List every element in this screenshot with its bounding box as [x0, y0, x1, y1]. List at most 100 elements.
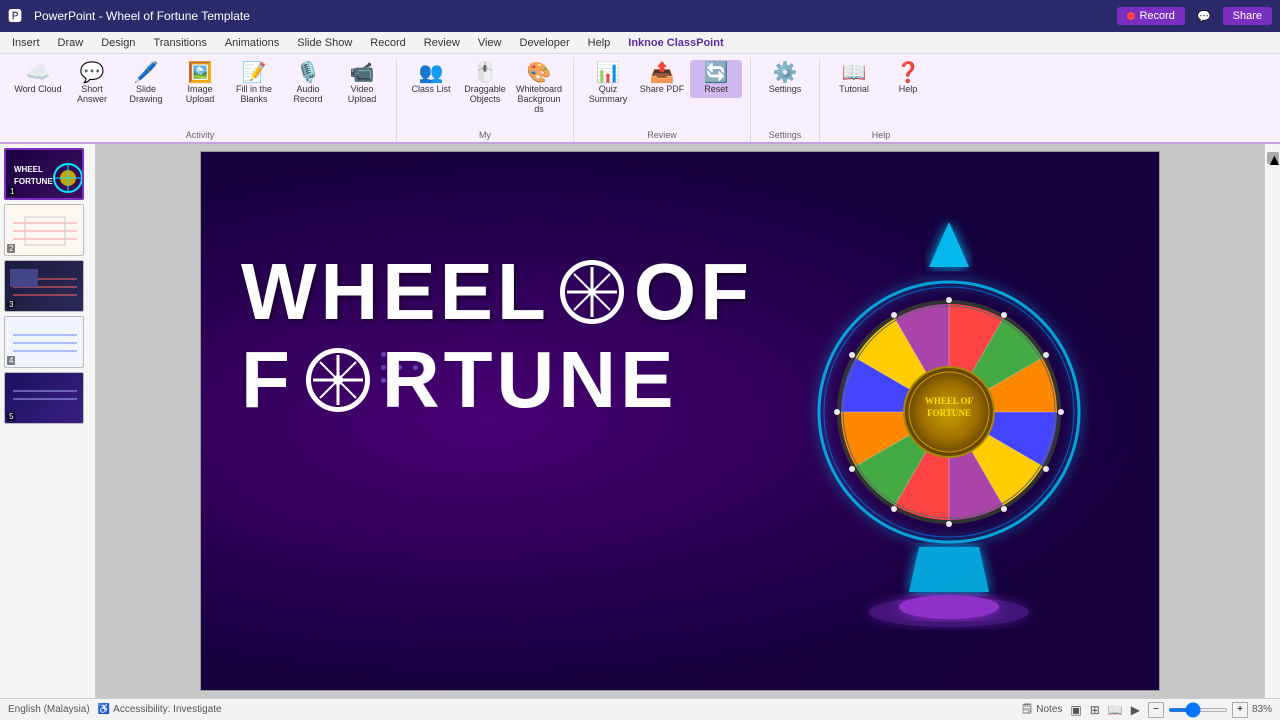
share-pdf-icon: 📤	[650, 63, 675, 83]
ribbon-group-activity: ☁️ Word Cloud 💬 Short Answer 🖊️ Slide Dr…	[4, 58, 397, 142]
zoom-out-button[interactable]: −	[1148, 702, 1164, 718]
menu-item-draw[interactable]: Draw	[50, 35, 92, 51]
settings-items: ⚙️ Settings	[759, 58, 811, 130]
right-scroll-panel[interactable]: ▲	[1264, 144, 1280, 698]
wheel-text: WHEEL	[241, 252, 550, 332]
fortune-rtune: RTUNE	[382, 340, 678, 420]
review-items: 📊 Quiz Summary 📤 Share PDF 🔄 Reset	[582, 58, 742, 130]
notes-button[interactable]: 🗒 Notes	[1021, 704, 1063, 715]
slideshow-button[interactable]: ▶	[1131, 703, 1140, 717]
slide-thumbnail-2[interactable]: 2	[4, 204, 84, 256]
wheel-o-icon	[560, 260, 624, 324]
quiz-summary-button[interactable]: 📊 Quiz Summary	[582, 60, 634, 108]
title-bar: 🅿 PowerPoint - Wheel of Fortune Template…	[0, 0, 1280, 32]
slide-2-preview	[5, 205, 84, 256]
normal-view-button[interactable]: ▣	[1070, 703, 1081, 717]
audio-record-icon: 🎙️	[296, 63, 321, 83]
short-answer-label: Short Answer	[68, 85, 116, 105]
menu-item-view[interactable]: View	[470, 35, 510, 51]
slide-thumbnail-1[interactable]: WHEEL FORTUNE 1	[4, 148, 84, 200]
menu-item-inknoe[interactable]: Inknoe ClassPoint	[620, 35, 731, 51]
menu-item-transitions[interactable]: Transitions	[145, 35, 214, 51]
class-list-icon: 👥	[419, 63, 444, 83]
menu-item-help[interactable]: Help	[580, 35, 619, 51]
reading-view-button[interactable]: 📖	[1108, 703, 1123, 717]
help-items: 📖 Tutorial ❓ Help	[828, 58, 934, 130]
audio-record-button[interactable]: 🎙️ Audio Record	[282, 60, 334, 108]
image-upload-icon: 🖼️	[188, 63, 213, 83]
zoom-slider[interactable]	[1168, 708, 1228, 712]
reset-label: Reset	[704, 85, 728, 95]
wheel-svg: WHEEL OF FORTUNE	[789, 212, 1109, 632]
slide-line1: WHEEL OF	[241, 252, 753, 332]
svg-text:WHEEL: WHEEL	[14, 165, 43, 174]
slide-canvas: WHEEL OF F	[200, 151, 1160, 691]
menu-item-slideshow[interactable]: Slide Show	[289, 35, 360, 51]
menu-bar: Insert Draw Design Transitions Animation…	[0, 32, 1280, 54]
settings-icon: ⚙️	[773, 63, 798, 83]
zoom-in-button[interactable]: +	[1232, 702, 1248, 718]
main-area: WHEEL FORTUNE 1 2	[0, 144, 1280, 698]
class-list-button[interactable]: 👥 Class List	[405, 60, 457, 98]
slide-number-1: 1	[8, 187, 16, 196]
status-bar: English (Malaysia) ♿ Accessibility: Inve…	[0, 698, 1280, 720]
accessibility-icon: ♿	[98, 704, 110, 715]
video-upload-button[interactable]: 📹 Video Upload	[336, 60, 388, 108]
slide-drawing-icon: 🖊️	[134, 63, 159, 83]
accessibility-status[interactable]: ♿ Accessibility: Investigate	[98, 704, 222, 715]
zoom-control: − + 83%	[1148, 702, 1272, 718]
zoom-level[interactable]: 83%	[1252, 704, 1272, 715]
slide-sorter-button[interactable]: ⊞	[1090, 703, 1100, 717]
canvas-area[interactable]: WHEEL OF F	[96, 144, 1264, 698]
word-cloud-icon: ☁️	[26, 63, 51, 83]
menu-item-review[interactable]: Review	[416, 35, 468, 51]
menu-item-insert[interactable]: Insert	[4, 35, 48, 51]
audio-record-label: Audio Record	[284, 85, 332, 105]
slide-panel[interactable]: WHEEL FORTUNE 1 2	[0, 144, 96, 698]
app-icon: 🅿	[8, 6, 22, 26]
menu-item-animations[interactable]: Animations	[217, 35, 287, 51]
fill-blanks-icon: 📝	[242, 63, 267, 83]
word-cloud-button[interactable]: ☁️ Word Cloud	[12, 60, 64, 98]
menu-item-record[interactable]: Record	[362, 35, 413, 51]
slide-drawing-button[interactable]: 🖊️ Slide Drawing	[120, 60, 172, 108]
activity-label: Activity	[186, 130, 215, 142]
language-indicator: English (Malaysia)	[8, 704, 90, 715]
slide-thumbnail-3[interactable]: 3	[4, 260, 84, 312]
draggable-objects-button[interactable]: 🖱️ Draggable Objects	[459, 60, 511, 108]
menu-item-design[interactable]: Design	[93, 35, 143, 51]
menu-item-developer[interactable]: Developer	[512, 35, 578, 51]
short-answer-button[interactable]: 💬 Short Answer	[66, 60, 118, 108]
help-label: Help	[899, 85, 918, 95]
short-answer-icon: 💬	[80, 63, 105, 83]
whiteboard-backgrounds-icon: 🎨	[527, 63, 552, 83]
ribbon-group-settings: ⚙️ Settings Settings	[751, 58, 820, 142]
fortune-f: F	[241, 340, 294, 420]
reset-icon: 🔄	[704, 63, 729, 83]
draggable-objects-icon: 🖱️	[473, 63, 498, 83]
settings-button[interactable]: ⚙️ Settings	[759, 60, 811, 98]
scroll-up-arrow[interactable]: ▲	[1267, 152, 1279, 164]
share-pdf-label: Share PDF	[640, 85, 685, 95]
slide-3-preview	[5, 261, 84, 312]
tutorial-button[interactable]: 📖 Tutorial	[828, 60, 880, 98]
svg-text:FORTUNE: FORTUNE	[927, 408, 971, 418]
slide-thumbnail-5[interactable]: 5	[4, 372, 84, 424]
slide-thumbnail-4[interactable]: 4	[4, 316, 84, 368]
of-text: OF	[634, 252, 753, 332]
fill-blanks-button[interactable]: 📝 Fill in the Blanks	[228, 60, 280, 108]
record-dot-icon	[1127, 12, 1135, 20]
help-button[interactable]: ❓ Help	[882, 60, 934, 98]
settings-group-label: Settings	[769, 130, 802, 142]
record-button[interactable]: Record	[1117, 7, 1184, 25]
quiz-summary-label: Quiz Summary	[584, 85, 632, 105]
tutorial-icon: 📖	[842, 63, 867, 83]
whiteboard-backgrounds-label: Whiteboard Backgrounds	[515, 85, 563, 115]
comment-button[interactable]: 💬	[1191, 8, 1217, 25]
class-list-label: Class List	[411, 85, 450, 95]
share-pdf-button[interactable]: 📤 Share PDF	[636, 60, 688, 98]
whiteboard-backgrounds-button[interactable]: 🎨 Whiteboard Backgrounds	[513, 60, 565, 118]
reset-button[interactable]: 🔄 Reset	[690, 60, 742, 98]
image-upload-button[interactable]: 🖼️ Image Upload	[174, 60, 226, 108]
share-button[interactable]: Share	[1223, 7, 1272, 25]
